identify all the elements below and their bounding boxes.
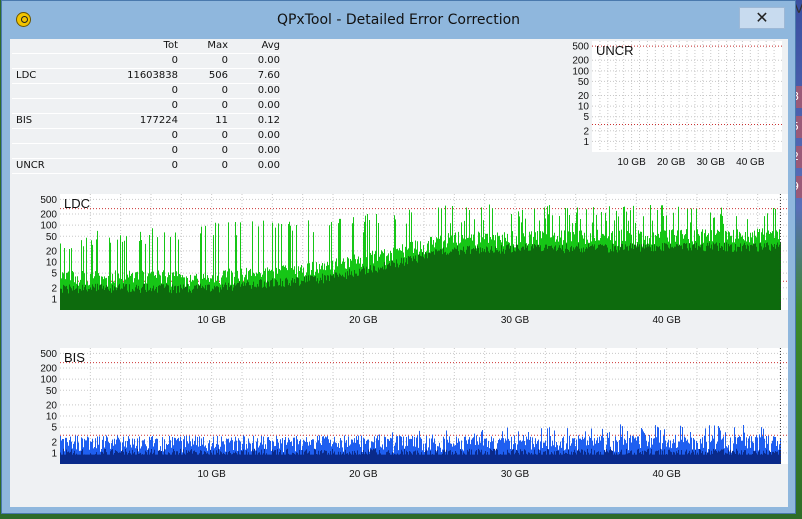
stats-max: 0 [221, 160, 228, 171]
y-tick-label: 500 [40, 195, 57, 206]
x-tick-label: 40 GB [652, 469, 681, 480]
stats-avg: 0.00 [257, 100, 280, 111]
stats-table: Tot Max Avg 0 0 0.00 LDC 11603838 506 7.60 0 0 0.… [12, 39, 280, 174]
ldc-chart-svg: 500 20010050 20105 21 10 GB 20 GB 30 GB 40 GB LD… [22, 194, 788, 332]
stats-avg: 0.00 [257, 85, 280, 96]
chart-title: BIS [64, 350, 85, 365]
stats-tot: 0 [171, 55, 178, 66]
y-tick-label: 2 [51, 283, 57, 294]
stats-avg: 0.00 [257, 145, 280, 156]
chart-title: LDC [64, 196, 90, 211]
stats-tot: 11603838 [127, 70, 178, 81]
stats-header-tot: Tot [163, 40, 178, 51]
y-tick-label: 200 [572, 56, 589, 67]
stats-max: 506 [208, 70, 228, 81]
y-tick-label: 100 [572, 66, 589, 77]
stats-avg: 0.00 [257, 55, 280, 66]
stats-row: LDC 11603838 506 7.60 [12, 69, 280, 84]
stats-max: 11 [215, 115, 228, 126]
y-tick-label: 50 [578, 77, 590, 88]
x-tick-label: 30 GB [697, 157, 726, 168]
stats-row: 0 0 0.00 [12, 54, 280, 69]
stats-row: 0 0 0.00 [12, 129, 280, 144]
chart-title: UNCR [596, 43, 634, 58]
y-tick-label: 500 [40, 349, 57, 360]
stats-avg: 0.12 [257, 115, 280, 126]
stats-max: 0 [221, 85, 228, 96]
y-tick-label: 5 [51, 423, 57, 434]
stats-row: 0 0 0.00 [12, 144, 280, 159]
y-tick-label: 50 [46, 232, 58, 243]
stats-avg: 0.00 [257, 130, 280, 141]
y-tick-label: 5 [51, 269, 57, 280]
bis-chart: 500 200 100 50 20 10 5 2 1 10 GB 20 GB 30 GB 40 GB BI… [22, 348, 788, 486]
stats-label: BIS [16, 115, 33, 126]
y-tick-label: 20 [46, 400, 58, 411]
stats-row: 0 0 0.00 [12, 99, 280, 114]
x-tick-label: 40 GB [736, 157, 765, 168]
y-tick-label: 2 [51, 437, 57, 448]
x-tick-label: 30 GB [501, 315, 530, 326]
y-tick-label: 5 [583, 112, 589, 123]
stats-tot: 0 [171, 85, 178, 96]
stats-tot: 0 [171, 160, 178, 171]
x-tick-label: 20 GB [657, 157, 686, 168]
y-tick-label: 100 [40, 375, 57, 386]
stats-row: BIS 177224 11 0.12 [12, 114, 280, 129]
stats-header-avg: Avg [261, 40, 280, 51]
y-tick-label: 500 [572, 42, 589, 53]
stats-row: 0 0 0.00 [12, 84, 280, 99]
uncr-chart-svg: 500 20010050 20105 21 10 GB 20 GB 30 GB 40 GB UN… [566, 39, 788, 174]
stats-max: 0 [221, 100, 228, 111]
uncr-chart: 500 200 100 50 20 10 5 2 1 10 GB 20 GB 30 GB 40 GB UN… [566, 39, 788, 174]
stats-avg: 0.00 [257, 160, 280, 171]
x-tick-label: 10 GB [197, 469, 226, 480]
y-tick-label: 1 [51, 448, 57, 459]
stats-header-row: Tot Max Avg [12, 39, 280, 54]
window-title: QPxTool - Detailed Error Correction [276, 12, 521, 28]
y-tick-label: 1 [583, 137, 589, 148]
x-tick-label: 10 GB [617, 157, 646, 168]
stats-label: UNCR [16, 160, 45, 171]
qpxtool-window: QPxTool - Detailed Error Correction ✕ To… [1, 0, 796, 514]
x-tick-label: 10 GB [197, 315, 226, 326]
y-tick-label: 10 [46, 412, 58, 423]
stats-max: 0 [221, 55, 228, 66]
y-tick-label: 10 [46, 258, 58, 269]
y-tick-label: 100 [40, 221, 57, 232]
stats-tot: 0 [171, 145, 178, 156]
y-tick-label: 20 [46, 246, 58, 257]
stats-max: 0 [221, 130, 228, 141]
x-tick-label: 20 GB [349, 315, 378, 326]
x-tick-label: 20 GB [349, 469, 378, 480]
y-tick-label: 1 [51, 294, 57, 305]
y-tick-label: 20 [578, 91, 590, 102]
y-tick-label: 10 [578, 102, 590, 113]
window-content: Tot Max Avg 0 0 0.00 LDC 11603838 506 7.60 0 0 0.… [10, 39, 788, 507]
x-tick-label: 40 GB [652, 315, 681, 326]
stats-label: LDC [16, 70, 37, 81]
y-tick-label: 200 [40, 210, 57, 221]
y-tick-label: 50 [46, 386, 58, 397]
y-tick-label: 200 [40, 364, 57, 375]
ldc-chart: 500 200 100 50 20 10 5 2 1 10 GB 20 GB 30 GB 40 GB LD… [22, 194, 788, 332]
y-tick-label: 2 [583, 126, 589, 137]
bis-chart-svg: 500 20010050 20105 21 10 GB 20 GB 30 GB 40 GB BI… [22, 348, 788, 486]
stats-tot: 0 [171, 100, 178, 111]
stats-max: 0 [221, 145, 228, 156]
stats-header-max: Max [207, 40, 228, 51]
title-bar[interactable]: QPxTool - Detailed Error Correction ✕ [2, 1, 795, 39]
x-tick-label: 30 GB [501, 469, 530, 480]
close-button[interactable]: ✕ [739, 7, 785, 29]
stats-tot: 0 [171, 130, 178, 141]
stats-avg: 7.60 [257, 70, 280, 81]
stats-tot: 177224 [139, 115, 178, 126]
stats-row: UNCR 0 0 0.00 [12, 159, 280, 174]
